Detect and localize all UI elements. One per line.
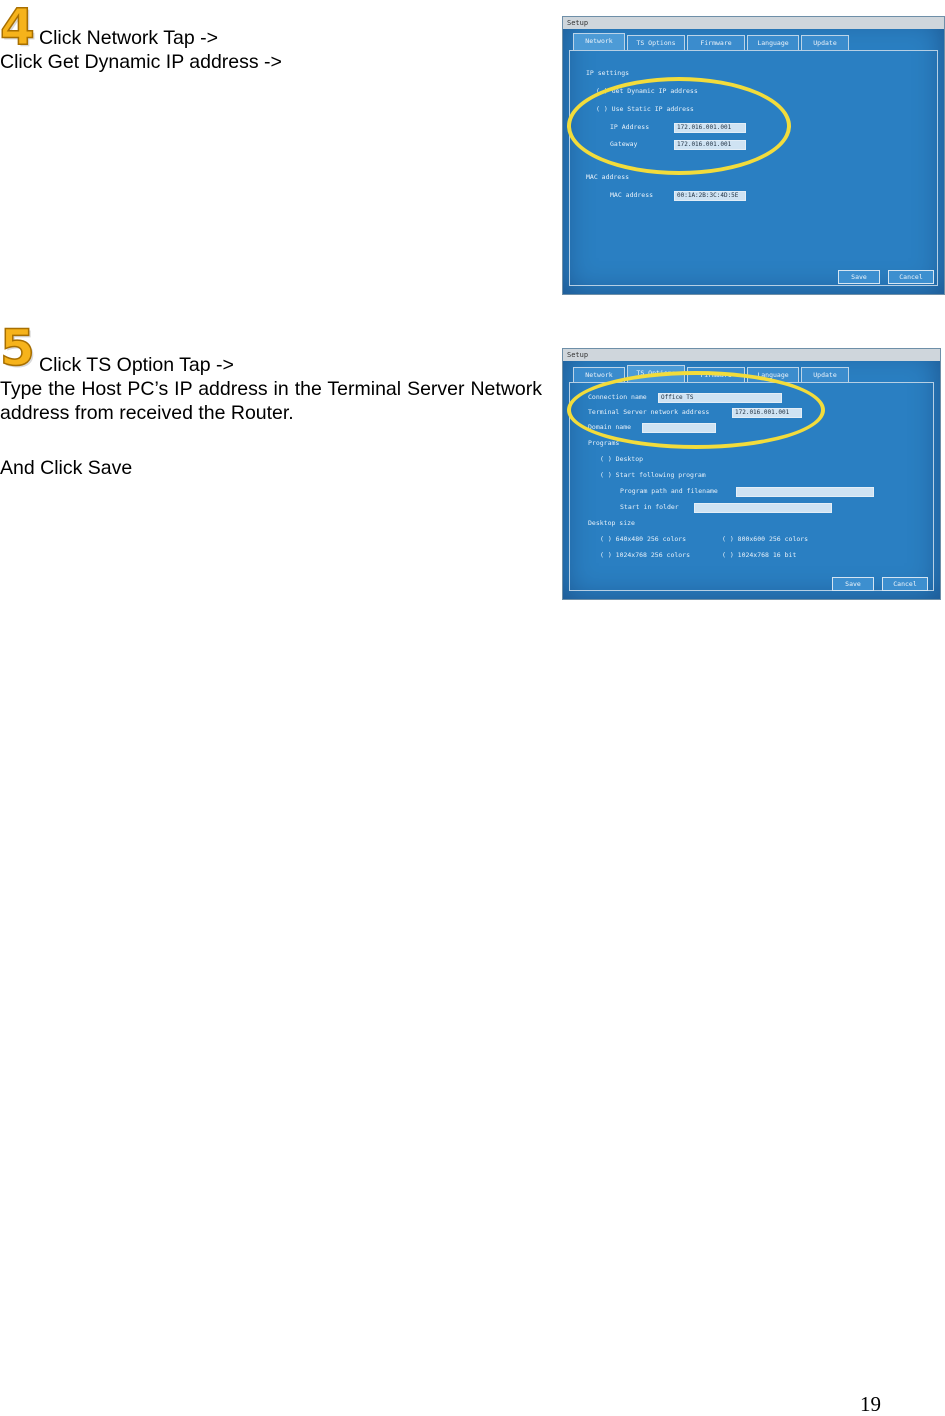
- size-800-radio[interactable]: ( ) 800x600 256 colors: [722, 535, 808, 544]
- step-4-line-1: Click Network Tap ->: [39, 27, 218, 49]
- tab-update[interactable]: Update: [801, 367, 849, 382]
- setup-window-title: Setup: [563, 17, 944, 29]
- step-5-number: 5: [0, 319, 36, 377]
- step-4-number: 4: [0, 0, 36, 56]
- mac-address-heading: MAC address: [586, 173, 630, 181]
- tab-language[interactable]: Language: [747, 35, 799, 50]
- step-5-line-3: And Click Save: [0, 457, 133, 479]
- mac-address-label: MAC address: [610, 191, 654, 199]
- start-folder-field[interactable]: [694, 503, 832, 513]
- size-1024-16bit-radio[interactable]: ( ) 1024x768 16 bit: [722, 551, 796, 560]
- desktop-size-heading: Desktop size: [588, 519, 635, 527]
- ip-settings-heading: IP settings: [586, 69, 630, 77]
- page-number: 19: [860, 1392, 881, 1416]
- size-1024-radio[interactable]: ( ) 1024x768 256 colors: [600, 551, 690, 560]
- cancel-button[interactable]: Cancel: [888, 270, 934, 284]
- desktop-radio[interactable]: ( ) Desktop: [600, 455, 643, 464]
- setup-tabs: Network TS Options Firmware Language Upd…: [571, 33, 936, 51]
- setup-window-title: Setup: [563, 349, 940, 361]
- tab-network[interactable]: Network: [573, 33, 625, 50]
- network-setup-screenshot: Setup Network TS Options Firmware Langua…: [562, 16, 945, 295]
- start-program-radio[interactable]: ( ) Start following program: [600, 471, 706, 480]
- highlight-ellipse: [567, 77, 791, 175]
- step-4-line-2: Click Get Dynamic IP address ->: [0, 51, 282, 73]
- tab-firmware[interactable]: Firmware: [687, 35, 745, 50]
- ts-options-screenshot: Setup Network TS Options Firmware Langua…: [562, 348, 941, 600]
- save-button[interactable]: Save: [838, 270, 880, 284]
- tab-update[interactable]: Update: [801, 35, 849, 50]
- step-5-line-1: Click TS Option Tap ->: [39, 354, 234, 376]
- program-path-field[interactable]: [736, 487, 874, 497]
- program-path-label: Program path and filename: [620, 487, 718, 495]
- save-button[interactable]: Save: [832, 577, 874, 591]
- cancel-button[interactable]: Cancel: [882, 577, 928, 591]
- start-folder-label: Start in folder: [620, 503, 679, 511]
- mac-address-field[interactable]: 00:1A:2B:3C:4D:5E: [674, 191, 746, 201]
- size-640-radio[interactable]: ( ) 640x480 256 colors: [600, 535, 686, 544]
- highlight-ellipse: [567, 371, 825, 449]
- tab-ts-options[interactable]: TS Options: [627, 35, 685, 50]
- step-5-line-2: Type the Host PC’s IP address in the Ter…: [0, 378, 542, 424]
